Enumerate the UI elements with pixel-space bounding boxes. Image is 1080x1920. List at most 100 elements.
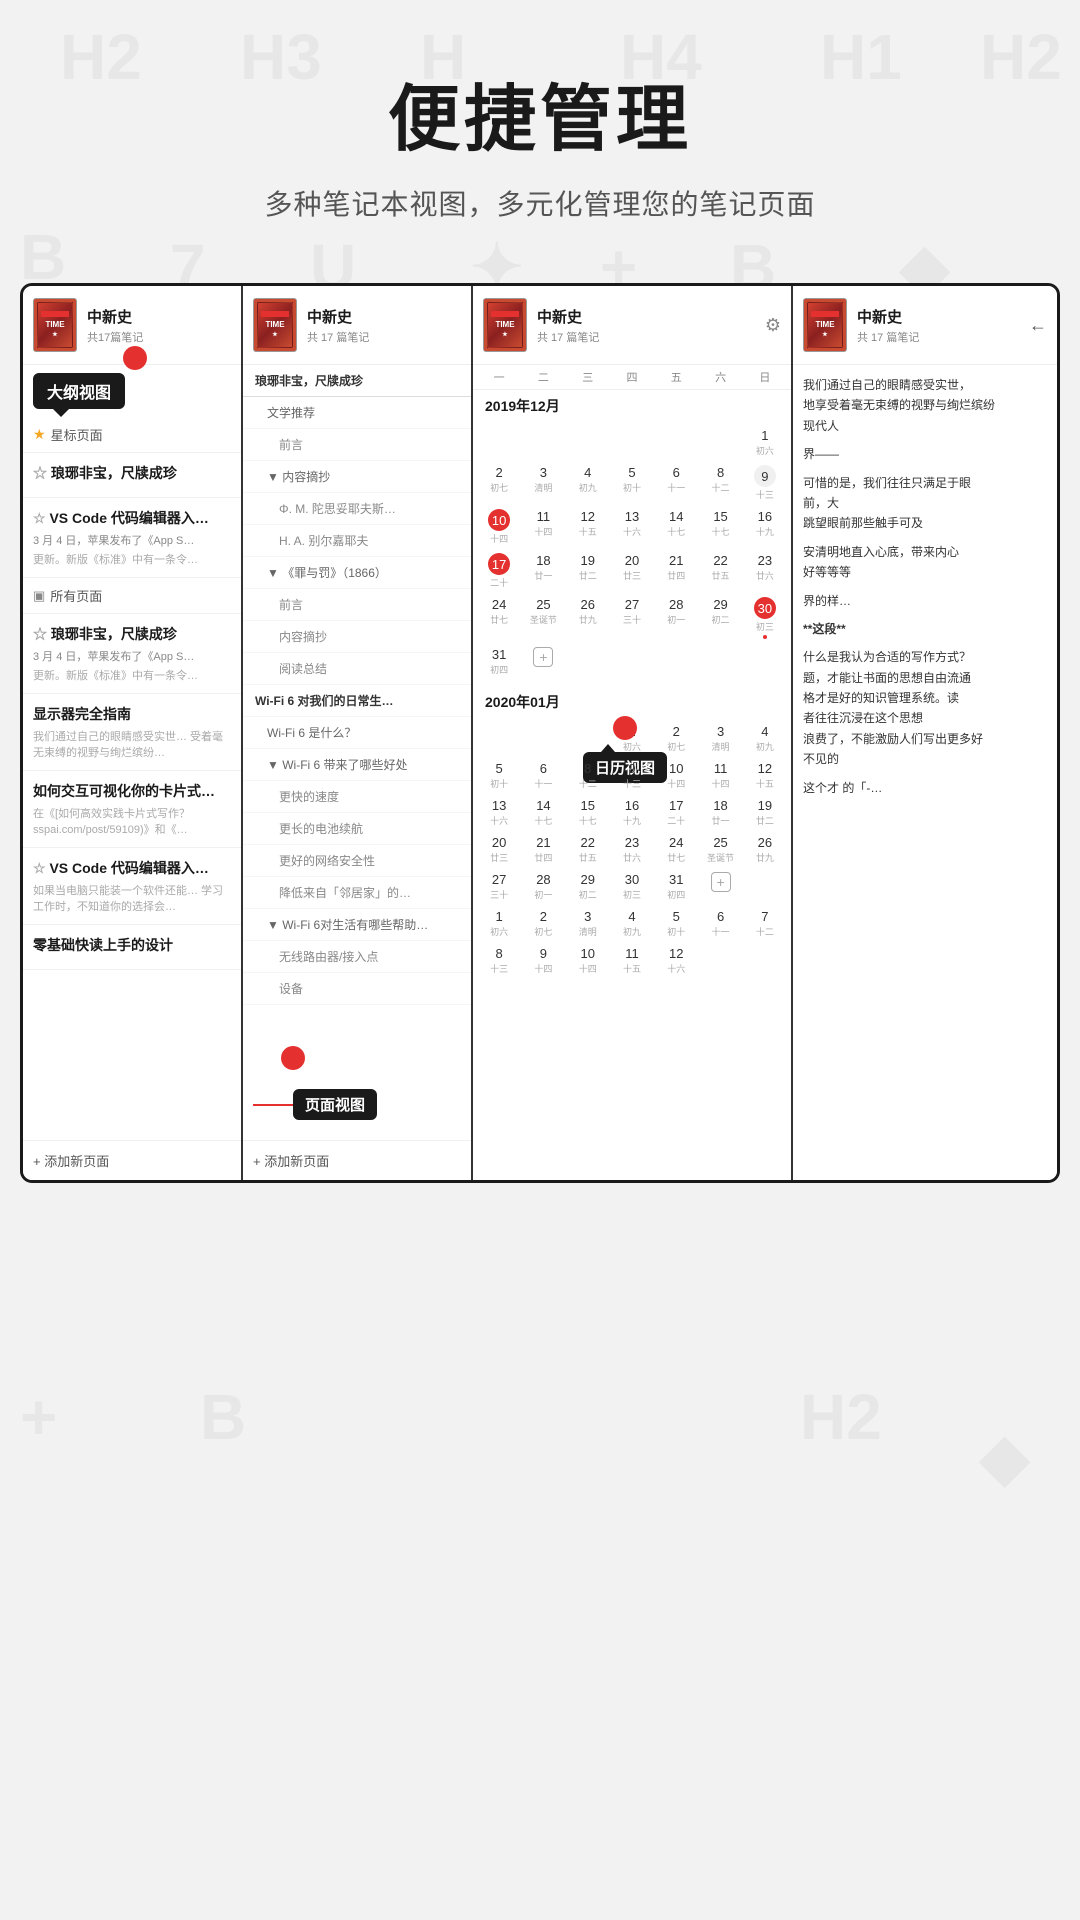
back-arrow-icon[interactable]: ←: [1029, 315, 1047, 336]
outline-item[interactable]: 前言: [243, 589, 471, 621]
calendar-day[interactable]: 27三十: [610, 591, 654, 641]
outline-item[interactable]: Wi-Fi 6 对我们的日常生…: [243, 685, 471, 717]
outline-item[interactable]: ▼ 《罪与罚》（1866）: [243, 557, 471, 589]
calendar-day[interactable]: 6十一: [654, 459, 698, 503]
calendar-day[interactable]: 9十四: [521, 940, 565, 977]
list-item[interactable]: 琅琊非宝，尺牍成珍: [23, 453, 241, 498]
outline-item[interactable]: ▼ 内容摘抄: [243, 461, 471, 493]
calendar-day[interactable]: 2初七: [477, 459, 521, 503]
calendar-day[interactable]: 15十七: [566, 792, 610, 829]
calendar-day[interactable]: 22廿五: [698, 547, 742, 591]
calendar-day[interactable]: 28初一: [521, 866, 565, 903]
outline-item[interactable]: ▼ Wi-Fi 6 带来了哪些好处: [243, 749, 471, 781]
calendar-day[interactable]: 15十七: [698, 503, 742, 547]
calendar-day[interactable]: 26廿九: [743, 829, 787, 866]
calendar-day[interactable]: 5初十: [610, 459, 654, 503]
calendar-day[interactable]: 21廿四: [521, 829, 565, 866]
outline-item[interactable]: 降低来自「邻居家」的…: [243, 877, 471, 909]
calendar-day[interactable]: 16十九: [610, 792, 654, 829]
outline-item[interactable]: 无线路由器/接入点: [243, 941, 471, 973]
calendar-day[interactable]: 6十一: [521, 755, 565, 792]
calendar-day[interactable]: 11十四: [521, 503, 565, 547]
outline-item[interactable]: ▼ Wi-Fi 6对生活有哪些帮助…: [243, 909, 471, 941]
calendar-day[interactable]: 3清明: [566, 903, 610, 940]
list-item[interactable]: VS Code 代码编辑器入… 3 月 4 日，苹果发布了《App S… 更新。…: [23, 498, 241, 578]
calendar-day[interactable]: 23廿六: [743, 547, 787, 591]
calendar-day[interactable]: 12十六: [654, 940, 698, 977]
calendar-day[interactable]: 3清明: [521, 459, 565, 503]
calendar-day[interactable]: 8十二: [566, 755, 610, 792]
list-item[interactable]: VS Code 代码编辑器入… 如果当电脑只能装一个软件还能… 学习工作时，不知…: [23, 848, 241, 925]
calendar-day[interactable]: 30初三: [610, 866, 654, 903]
calendar-day[interactable]: 24廿七: [654, 829, 698, 866]
calendar-day[interactable]: 12十五: [566, 503, 610, 547]
calendar-day[interactable]: 2初七: [521, 903, 565, 940]
outline-item[interactable]: 内容摘抄: [243, 621, 471, 653]
calendar-day[interactable]: 4初九: [566, 459, 610, 503]
list-item[interactable]: 零基础快读上手的设计: [23, 925, 241, 970]
outline-item[interactable]: Wi-Fi 6 是什么？: [243, 717, 471, 749]
calendar-day[interactable]: 24廿七: [477, 591, 521, 641]
outline-item[interactable]: 更好的网络安全性: [243, 845, 471, 877]
calendar-day[interactable]: 13十六: [477, 792, 521, 829]
calendar-day[interactable]: 20廿三: [610, 547, 654, 591]
calendar-day[interactable]: 11十五: [610, 940, 654, 977]
calendar-day[interactable]: 11十四: [698, 755, 742, 792]
calendar-day[interactable]: 8十三: [477, 940, 521, 977]
calendar-day[interactable]: 10十四: [654, 755, 698, 792]
list-item[interactable]: 琅琊非宝，尺牍成珍 3 月 4 日，苹果发布了《App S… 更新。新版《标准》…: [23, 614, 241, 694]
calendar-day[interactable]: 29初二: [566, 866, 610, 903]
calendar-day[interactable]: 28初一: [654, 591, 698, 641]
calendar-day-add[interactable]: +: [698, 866, 742, 903]
calendar-day[interactable]: 13十六: [610, 503, 654, 547]
calendar-day[interactable]: 3清明: [698, 718, 742, 755]
calendar-day[interactable]: 1初六: [743, 422, 787, 459]
outline-item[interactable]: H. A. 别尔嘉耶夫: [243, 525, 471, 557]
outline-item[interactable]: 设备: [243, 973, 471, 1005]
calendar-day[interactable]: 7十二: [743, 903, 787, 940]
outline-item[interactable]: 前言: [243, 429, 471, 461]
calendar-day[interactable]: 4初九: [743, 718, 787, 755]
outline-header-item[interactable]: 琅琊非宝，尺牍成珍: [243, 365, 471, 397]
calendar-day[interactable]: 1初六: [477, 903, 521, 940]
calendar-day[interactable]: 31初四: [654, 866, 698, 903]
calendar-day[interactable]: 26廿九: [566, 591, 610, 641]
gear-icon[interactable]: ⚙: [765, 315, 781, 336]
calendar-day[interactable]: 25圣诞节: [521, 591, 565, 641]
calendar-day[interactable]: 9十三: [610, 755, 654, 792]
calendar-day[interactable]: 8十二: [698, 459, 742, 503]
calendar-day[interactable]: 5初十: [477, 755, 521, 792]
calendar-day[interactable]: 16十九: [743, 503, 787, 547]
add-page-button-list[interactable]: + 添加新页面: [23, 1140, 241, 1180]
calendar-day[interactable]: 10十四: [566, 940, 610, 977]
calendar-day[interactable]: 20廿三: [477, 829, 521, 866]
calendar-day[interactable]: 2初七: [654, 718, 698, 755]
outline-item[interactable]: 更长的电池续航: [243, 813, 471, 845]
calendar-day[interactable]: 19廿二: [743, 792, 787, 829]
calendar-day[interactable]: 9十三: [743, 459, 787, 503]
calendar-day[interactable]: 5初十: [654, 903, 698, 940]
calendar-day-add[interactable]: +: [521, 641, 565, 678]
calendar-day[interactable]: 6十一: [698, 903, 742, 940]
list-item[interactable]: 显示器完全指南 我们通过自己的眼睛感受实世… 受着毫无束缚的视野与绚烂缤纷…: [23, 694, 241, 771]
calendar-day[interactable]: 12十五: [743, 755, 787, 792]
calendar-day[interactable]: 21廿四: [654, 547, 698, 591]
calendar-day-active[interactable]: 30初三: [743, 591, 787, 641]
calendar-day[interactable]: 14十七: [521, 792, 565, 829]
calendar-day[interactable]: 22廿五: [566, 829, 610, 866]
calendar-day[interactable]: 29初二: [698, 591, 742, 641]
outline-item[interactable]: 更快的速度: [243, 781, 471, 813]
calendar-day[interactable]: 27三十: [477, 866, 521, 903]
calendar-day[interactable]: 31初四: [477, 641, 521, 678]
outline-item[interactable]: 阅读总结: [243, 653, 471, 685]
calendar-day-today[interactable]: 10十四: [477, 503, 521, 547]
calendar-day[interactable]: 17二十: [654, 792, 698, 829]
calendar-day[interactable]: 19廿二: [566, 547, 610, 591]
add-page-button-outline[interactable]: + 添加新页面: [243, 1140, 471, 1180]
calendar-day[interactable]: 14十七: [654, 503, 698, 547]
list-item[interactable]: 如何交互可视化你的卡片式… 在《[如何高效实践卡片式写作？ sspai.com/…: [23, 771, 241, 848]
outline-item[interactable]: Φ. M. 陀思妥耶夫斯…: [243, 493, 471, 525]
calendar-day[interactable]: 23廿六: [610, 829, 654, 866]
outline-item[interactable]: 文学推荐: [243, 397, 471, 429]
calendar-day[interactable]: 17二十: [477, 547, 521, 591]
